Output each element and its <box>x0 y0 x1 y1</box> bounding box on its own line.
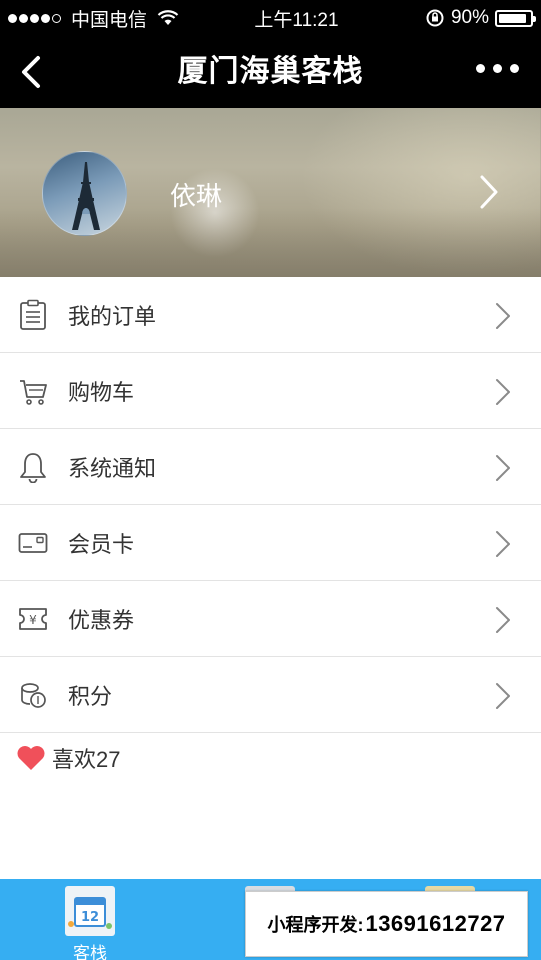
calendar-icon: 12 <box>65 886 115 936</box>
status-time: 上午11:21 <box>254 9 339 31</box>
menu-item-notifications[interactable]: 系统通知 <box>0 429 541 505</box>
more-dots-icon[interactable] <box>476 64 519 73</box>
developer-banner: 小程序开发: 13691612727 <box>245 891 528 957</box>
menu-item-orders[interactable]: 我的订单 <box>0 277 541 353</box>
menu-list: 我的订单 购物车 系统通知 会员卡 ¥ 优惠券 积分 <box>0 277 541 733</box>
menu-item-coupons[interactable]: ¥ 优惠券 <box>0 581 541 657</box>
coupon-icon: ¥ <box>19 608 47 630</box>
menu-label: 会员卡 <box>68 531 135 557</box>
menu-label: 积分 <box>68 683 113 709</box>
status-bar: 中国电信 上午11:21 90% <box>0 0 541 36</box>
member-card-icon <box>18 533 48 553</box>
profile-header[interactable]: 依琳 <box>0 108 541 277</box>
chevron-right-icon <box>496 379 510 405</box>
eiffel-tower-icon <box>72 162 100 230</box>
profile-name: 依琳 <box>170 181 223 211</box>
rotation-lock-icon <box>426 9 444 27</box>
signal-icon <box>8 13 61 23</box>
coins-icon <box>21 683 46 708</box>
page-title: 厦门海巢客栈 <box>177 55 364 88</box>
likes-button[interactable]: 喜欢27 <box>16 742 120 774</box>
chevron-right-icon <box>496 303 510 329</box>
banner-prefix: 小程序开发: <box>267 915 364 935</box>
bell-icon <box>20 453 46 483</box>
menu-label: 优惠券 <box>68 607 135 633</box>
battery-icon <box>495 9 536 27</box>
menu-label: 我的订单 <box>68 303 157 329</box>
avatar[interactable] <box>42 151 127 236</box>
banner-phone: 13691612727 <box>365 911 506 936</box>
chevron-right-icon <box>496 531 510 557</box>
nav-bar: 厦门海巢客栈 <box>0 36 541 108</box>
order-list-icon <box>20 299 46 330</box>
chevron-right-icon <box>496 455 510 481</box>
battery-level <box>499 13 526 23</box>
carrier-label: 中国电信 <box>71 9 148 31</box>
chevron-right-icon <box>496 683 510 709</box>
svg-text:12: 12 <box>81 910 99 925</box>
status-right: 90% <box>425 7 536 29</box>
likes-count: 喜欢27 <box>52 747 121 772</box>
shopping-cart-icon <box>20 380 47 405</box>
svg-text:¥: ¥ <box>29 613 37 627</box>
menu-item-cart[interactable]: 购物车 <box>0 353 541 429</box>
tab-label: 客栈 <box>73 944 107 960</box>
heart-icon <box>17 746 45 770</box>
menu-item-points[interactable]: 积分 <box>0 657 541 733</box>
menu-item-member-card[interactable]: 会员卡 <box>0 505 541 581</box>
battery-percent: 90% <box>450 7 489 28</box>
chevron-right-icon[interactable] <box>479 174 499 210</box>
menu-label: 系统通知 <box>68 455 157 481</box>
chevron-right-icon <box>496 607 510 633</box>
menu-label: 购物车 <box>68 379 135 405</box>
